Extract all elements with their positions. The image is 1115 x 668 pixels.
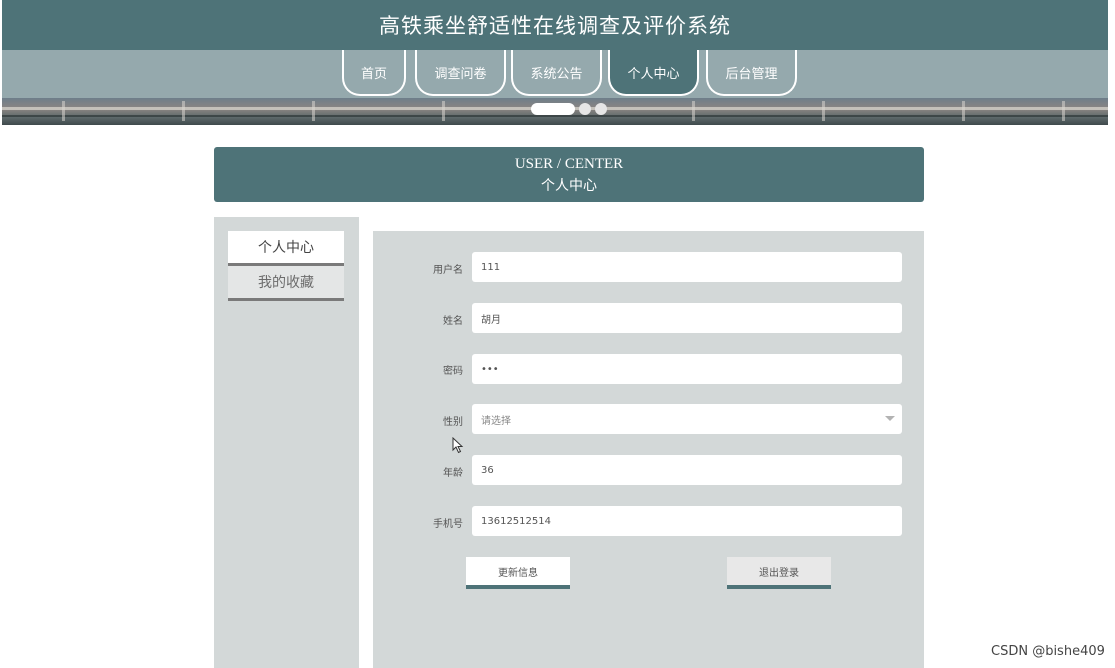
banner-post	[312, 101, 315, 121]
nav-item-user-center[interactable]: 个人中心	[608, 50, 699, 96]
nav-item-announcements[interactable]: 系统公告	[511, 50, 602, 96]
username-input[interactable]: 111	[472, 252, 902, 282]
site-header: 高铁乘坐舒适性在线调查及评价系统	[2, 0, 1108, 50]
phone-input[interactable]: 13612512514	[472, 506, 902, 536]
banner-post	[822, 101, 825, 121]
user-center-title-en: USER / CENTER	[514, 156, 624, 172]
name-input[interactable]: 胡月	[472, 303, 902, 333]
banner-post	[1062, 101, 1065, 121]
gender-label: 性别	[443, 417, 463, 428]
watermark: CSDN @bishe409	[991, 644, 1105, 659]
age-label: 年龄	[443, 468, 463, 479]
username-label: 用户名	[433, 265, 463, 276]
carousel-dot-2[interactable]	[579, 103, 591, 115]
banner-post	[962, 101, 965, 121]
carousel-dot-3[interactable]	[595, 103, 607, 115]
banner-rail-shadow	[2, 115, 1108, 117]
gender-select[interactable]: 请选择	[472, 404, 902, 434]
banner-post	[182, 101, 185, 121]
password-input[interactable]: •••	[472, 354, 902, 384]
name-label: 姓名	[443, 316, 463, 327]
chevron-down-icon	[885, 416, 895, 421]
sidebar: 个人中心 我的收藏	[214, 217, 359, 668]
carousel-dot-1[interactable]	[531, 103, 575, 115]
site-title: 高铁乘坐舒适性在线调查及评价系统	[379, 14, 731, 38]
banner-post	[442, 101, 445, 121]
sidebar-item-favorites[interactable]: 我的收藏	[228, 266, 344, 301]
nav-item-admin[interactable]: 后台管理	[706, 50, 797, 96]
update-info-button[interactable]: 更新信息	[466, 557, 570, 589]
user-center-header: USER / CENTER 个人中心	[214, 147, 924, 202]
banner-post	[62, 101, 65, 121]
age-input[interactable]: 36	[472, 455, 902, 485]
password-label: 密码	[443, 366, 463, 377]
mouse-cursor-icon	[452, 437, 464, 454]
carousel-indicators	[531, 103, 607, 115]
sidebar-item-profile[interactable]: 个人中心	[228, 231, 344, 266]
phone-label: 手机号	[433, 519, 463, 530]
nav-item-home[interactable]: 首页	[342, 50, 406, 96]
gender-select-placeholder: 请选择	[481, 415, 511, 427]
main-nav: 首页 调查问卷 系统公告 个人中心 后台管理	[2, 50, 1108, 98]
user-center-title-cn: 个人中心	[541, 178, 597, 194]
banner-post	[692, 101, 695, 121]
logout-button[interactable]: 退出登录	[727, 557, 831, 589]
nav-item-survey[interactable]: 调查问卷	[415, 50, 506, 96]
